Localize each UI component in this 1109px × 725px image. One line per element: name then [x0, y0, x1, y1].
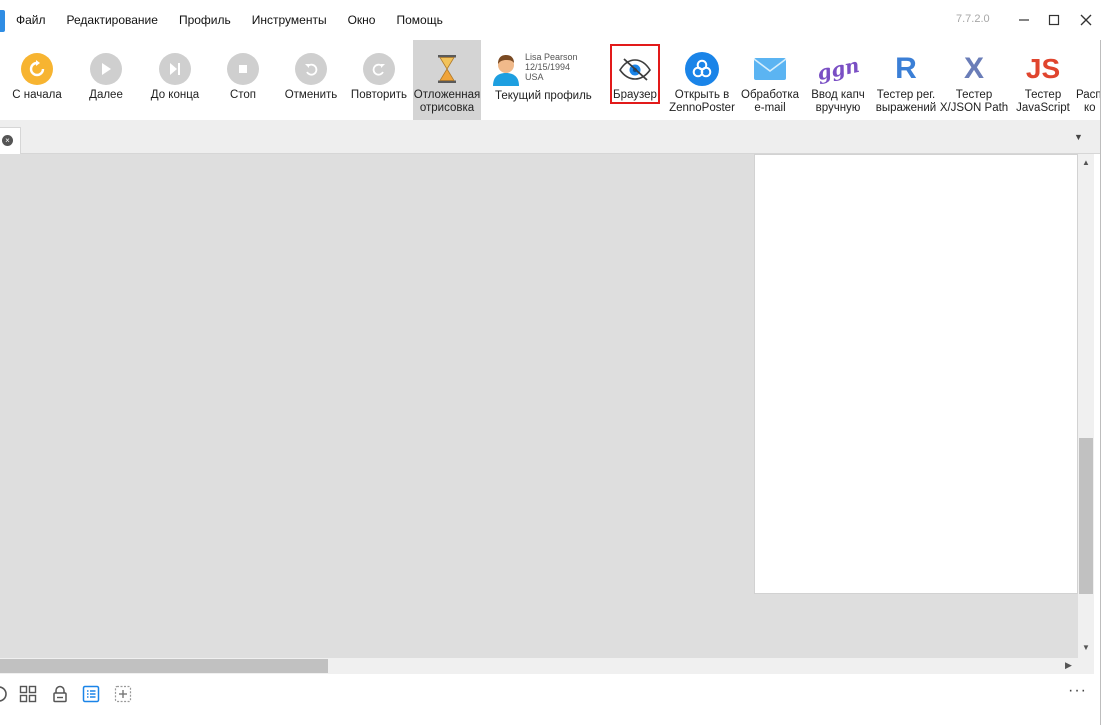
- undo-label: Отменить: [284, 89, 338, 101]
- vertical-scroll-thumb[interactable]: [1079, 438, 1093, 594]
- redo-label: Повторить: [350, 89, 408, 101]
- restart-icon: [21, 53, 53, 85]
- xpath-icon: X: [956, 51, 992, 87]
- xpath-glyph: X: [963, 52, 984, 85]
- tab-strip: × ▼: [0, 120, 1109, 154]
- zennoposter-icon: [685, 52, 719, 86]
- undo-icon: [295, 53, 327, 85]
- deferred-label-line1: Отложенная: [413, 89, 481, 101]
- captcha-glyph: ggn: [814, 52, 862, 86]
- captcha-icon: ggn: [815, 51, 862, 87]
- regex-icon: R: [888, 51, 924, 87]
- app-indicator: [0, 10, 5, 32]
- regex-label-line1: Тестер рег.: [876, 89, 936, 101]
- stop-label: Стоп: [229, 89, 257, 101]
- js-glyph: JS: [1025, 53, 1061, 84]
- truncated-label-line2: ко: [1084, 102, 1096, 114]
- profile-name: Lisa Pearson: [525, 52, 578, 62]
- captcha-label-line1: Ввод капч: [811, 89, 865, 101]
- open-in-zennoposter-button[interactable]: Открыть в ZennoPoster: [666, 40, 738, 120]
- restart-button[interactable]: С начала: [4, 40, 70, 120]
- title-bar: Файл Редактирование Профиль Инструменты …: [0, 0, 1109, 40]
- javascript-icon: JS: [1025, 51, 1061, 87]
- horizontal-scroll-thumb[interactable]: [0, 659, 328, 673]
- circle-icon[interactable]: [0, 683, 10, 705]
- to-end-label: До конца: [150, 89, 200, 101]
- profile-country: USA: [525, 72, 544, 82]
- undo-button[interactable]: Отменить: [278, 40, 344, 120]
- scroll-down-icon[interactable]: ▼: [1082, 643, 1090, 652]
- js-label-line1: Тестер: [1024, 89, 1062, 101]
- add-element-icon[interactable]: [112, 683, 134, 705]
- stop-button[interactable]: Стоп: [212, 40, 274, 120]
- current-profile-label: Текущий профиль: [495, 90, 592, 102]
- truncated-label-line1: Распо: [1076, 89, 1100, 101]
- profile-dob: 12/15/1994: [525, 62, 571, 72]
- bottom-bar: ···: [0, 674, 1100, 725]
- redo-button[interactable]: Повторить: [347, 40, 411, 120]
- captcha-label-line2: вручную: [815, 102, 861, 114]
- list-icon[interactable]: [80, 683, 102, 705]
- toolbar: С начала Далее До конца Стоп Отменить По…: [0, 40, 1109, 120]
- truncated-toolbar-button[interactable]: Распо ко: [1076, 40, 1100, 120]
- stop-icon: [227, 53, 259, 85]
- more-options-icon[interactable]: ···: [1068, 682, 1087, 700]
- email-label-line2: e-mail: [754, 102, 786, 114]
- regex-tester-button[interactable]: R Тестер рег. выражений: [872, 40, 940, 120]
- window-right-edge: [1100, 40, 1109, 725]
- hourglass-icon: [429, 51, 465, 87]
- regex-label-line2: выражений: [875, 102, 937, 114]
- menu-window[interactable]: Окно: [348, 13, 376, 27]
- envelope-icon: [752, 51, 788, 87]
- js-label-line2: JavaScript: [1016, 102, 1070, 114]
- restart-label: С начала: [12, 89, 62, 101]
- current-profile-button[interactable]: Lisa Pearson 12/15/1994 USA Текущий проф…: [486, 40, 596, 120]
- scroll-up-icon[interactable]: ▲: [1082, 158, 1090, 167]
- to-end-button[interactable]: До конца: [142, 40, 208, 120]
- deferred-label-line2: отрисовка: [419, 102, 475, 114]
- lock-icon[interactable]: [49, 683, 71, 705]
- redo-icon: [363, 53, 395, 85]
- menu-edit[interactable]: Редактирование: [67, 13, 158, 27]
- email-label-line1: Обработка: [741, 89, 799, 101]
- manual-captcha-button[interactable]: ggn Ввод капч вручную: [806, 40, 870, 120]
- minimize-button[interactable]: [1014, 10, 1034, 30]
- minimize-icon: [1019, 19, 1029, 21]
- vertical-scrollbar[interactable]: ▲ ▼: [1078, 154, 1094, 658]
- skip-to-end-icon: [159, 53, 191, 85]
- document-tab[interactable]: ×: [0, 127, 21, 154]
- version-label: 7.7.2.0: [956, 13, 990, 25]
- profile-details: Lisa Pearson 12/15/1994 USA: [525, 52, 578, 82]
- scroll-right-icon[interactable]: ▶: [1065, 660, 1072, 671]
- close-icon: [1080, 14, 1092, 26]
- maximize-button[interactable]: [1044, 10, 1064, 30]
- play-icon: [90, 53, 122, 85]
- horizontal-scrollbar[interactable]: ▶: [0, 658, 1094, 674]
- menu-help[interactable]: Помощь: [396, 13, 442, 27]
- xpath-label-line2: X/JSON Path: [939, 102, 1009, 114]
- next-button[interactable]: Далее: [74, 40, 138, 120]
- tab-dropdown-icon[interactable]: ▼: [1074, 132, 1083, 142]
- menu-file[interactable]: Файл: [16, 13, 46, 27]
- regex-glyph: R: [895, 52, 917, 85]
- email-processing-button[interactable]: Обработка e-mail: [738, 40, 802, 120]
- menu-profile[interactable]: Профиль: [179, 13, 231, 27]
- menu-tools[interactable]: Инструменты: [252, 13, 327, 27]
- maximize-icon: [1048, 14, 1060, 26]
- avatar-icon: [493, 55, 519, 86]
- xpath-label-line1: Тестер: [955, 89, 993, 101]
- deferred-render-button[interactable]: Отложенная отрисовка: [413, 40, 481, 120]
- browser-viewport[interactable]: [754, 154, 1078, 594]
- tab-close-icon[interactable]: ×: [2, 135, 13, 146]
- open-zp-label-line1: Открыть в: [674, 89, 730, 101]
- next-label: Далее: [89, 89, 123, 101]
- close-button[interactable]: [1076, 10, 1096, 30]
- js-tester-button[interactable]: JS Тестер JavaScript: [1010, 40, 1076, 120]
- browser-highlight-frame: [610, 44, 660, 104]
- xpath-tester-button[interactable]: X Тестер X/JSON Path: [940, 40, 1008, 120]
- menu-bar: Файл Редактирование Профиль Инструменты …: [16, 0, 464, 40]
- open-zp-label-line2: ZennoPoster: [669, 102, 735, 114]
- grid-icon[interactable]: [17, 683, 39, 705]
